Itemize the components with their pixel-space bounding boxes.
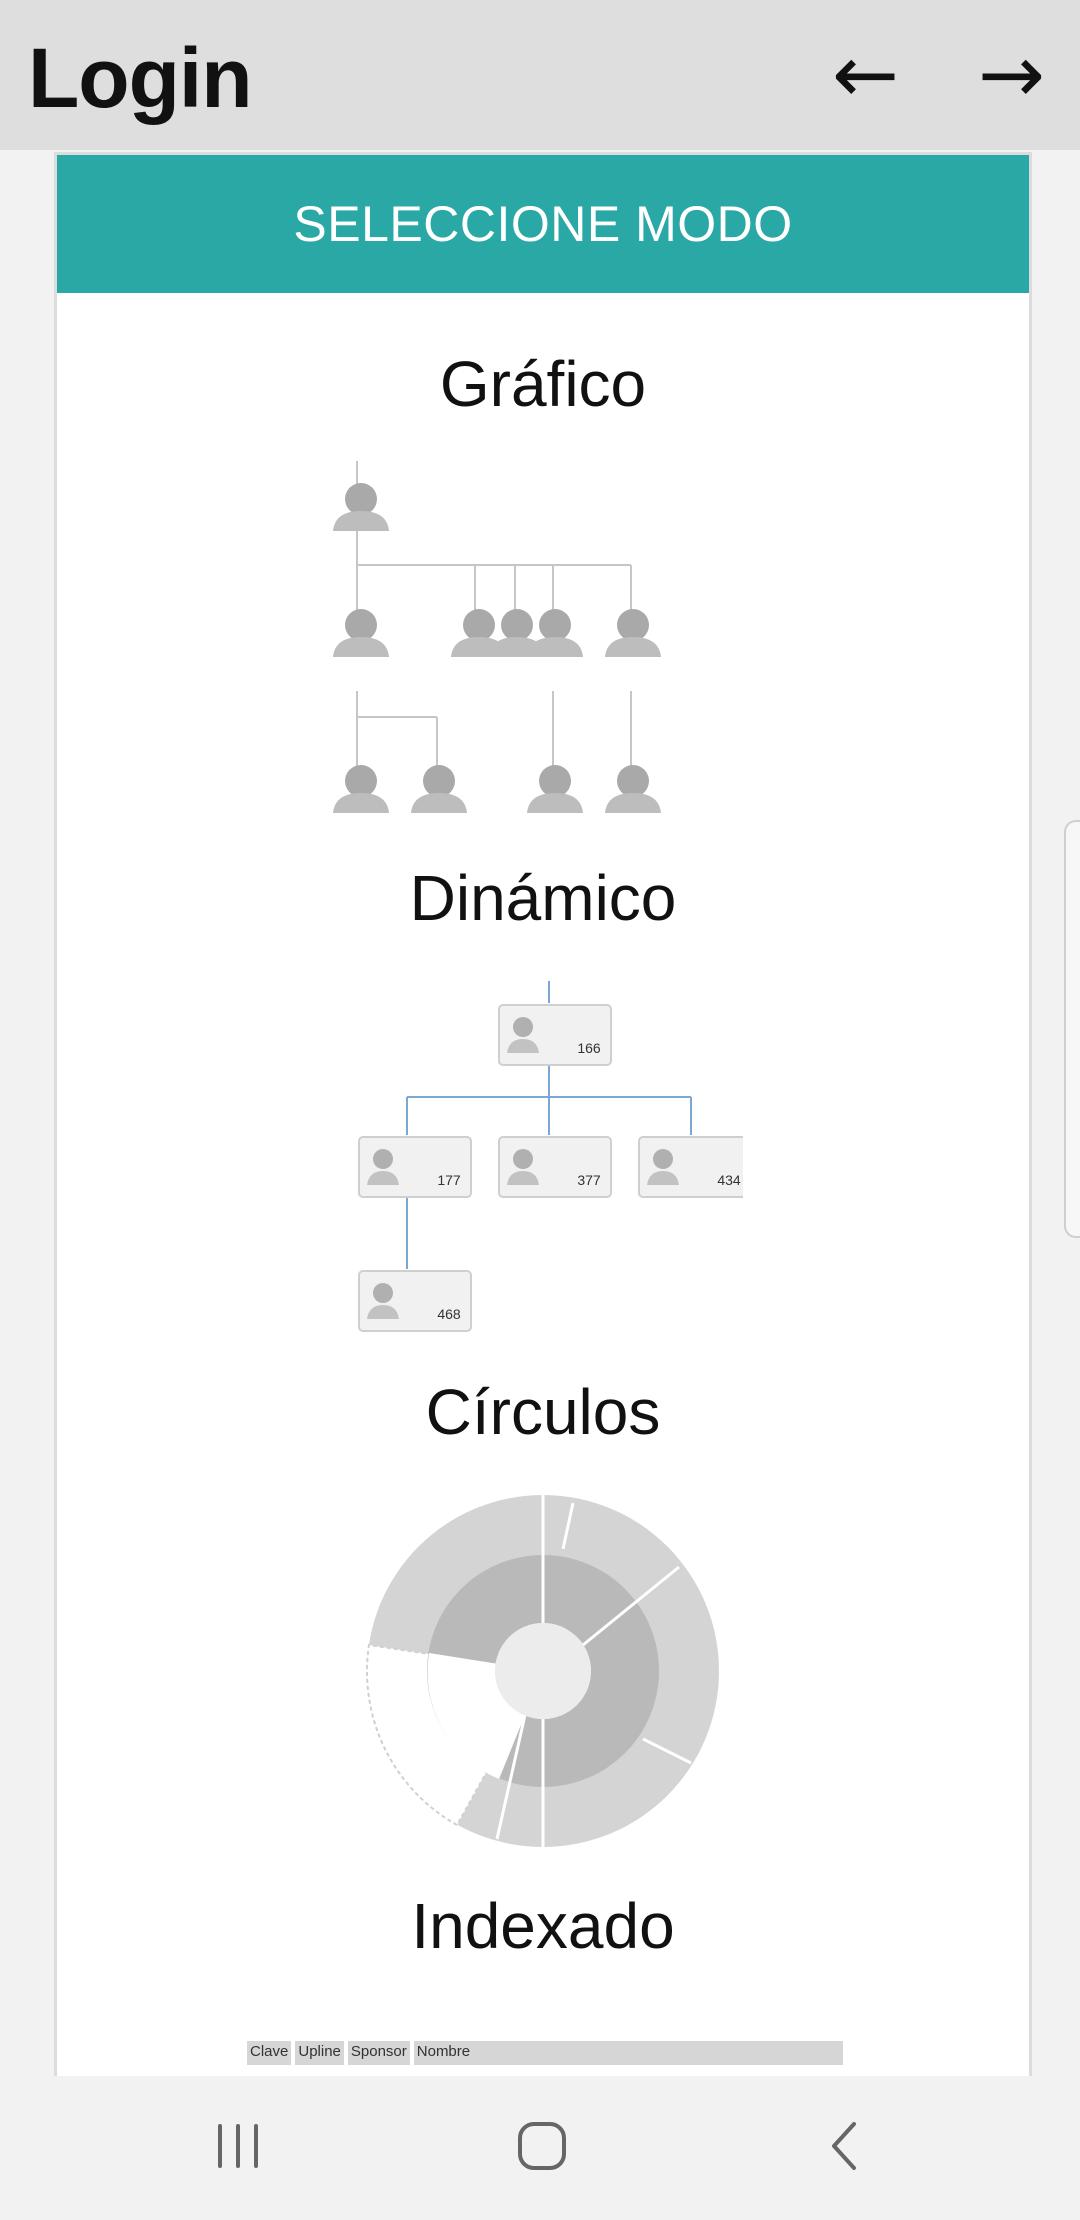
- person-icon: [527, 609, 583, 657]
- tree-graph-illustration: [333, 461, 661, 813]
- mode-title-indexado[interactable]: Indexado: [57, 1889, 1029, 1963]
- person-icon: [605, 765, 661, 813]
- person-icon: [411, 765, 467, 813]
- table-header-cell: Upline: [295, 2041, 344, 2065]
- mode-title-grafico[interactable]: Gráfico: [57, 347, 1029, 421]
- table-header-cell: Nombre: [413, 2041, 843, 2065]
- sunburst-illustration: [366, 1495, 719, 1847]
- person-icon: [605, 609, 661, 657]
- back-icon[interactable]: [824, 2118, 864, 2179]
- person-icon: [333, 483, 389, 531]
- page-title: Login: [28, 31, 253, 125]
- recent-apps-icon[interactable]: [214, 2118, 262, 2179]
- dynamic-tree-illustration: 166 177 377 434 468: [358, 981, 743, 1332]
- system-nav-bar: [0, 2076, 1080, 2220]
- node-value: 377: [577, 1172, 601, 1188]
- node-value: 434: [717, 1172, 741, 1188]
- table-header-cell: Sponsor: [347, 2041, 410, 2065]
- table-header-cell: Clave: [247, 2041, 292, 2065]
- mode-preview-grafico[interactable]: [57, 461, 1029, 841]
- node-value: 177: [437, 1172, 461, 1188]
- home-icon[interactable]: [516, 2118, 568, 2179]
- person-icon: [333, 609, 389, 657]
- top-bar: Login ← →: [0, 0, 1080, 150]
- mode-selection-card: SELECCIONE MODO Gráfico Dinámico 166 177…: [54, 152, 1032, 2079]
- back-arrow-icon[interactable]: ←: [832, 30, 899, 120]
- mode-title-circulos[interactable]: Círculos: [57, 1375, 1029, 1449]
- mode-preview-dinamico[interactable]: 166 177 377 434 468: [57, 981, 1029, 1361]
- node-434: 434: [638, 1136, 743, 1198]
- node-value: 166: [577, 1040, 601, 1056]
- node-value: 468: [437, 1306, 461, 1322]
- mode-title-dinamico[interactable]: Dinámico: [57, 861, 1029, 935]
- node-468: 468: [358, 1270, 472, 1332]
- node-377: 377: [498, 1136, 612, 1198]
- scroll-handle[interactable]: [1064, 820, 1080, 1238]
- node-177: 177: [358, 1136, 472, 1198]
- person-icon: [527, 765, 583, 813]
- mode-preview-circulos[interactable]: [57, 1491, 1029, 1851]
- card-header: SELECCIONE MODO: [57, 155, 1029, 293]
- index-table-header: Clave Upline Sponsor Nombre: [247, 2041, 843, 2065]
- node-166: 166: [498, 1004, 612, 1066]
- forward-arrow-icon[interactable]: →: [978, 30, 1045, 120]
- person-icon: [333, 765, 389, 813]
- mode-preview-indexado[interactable]: Clave Upline Sponsor Nombre: [247, 2041, 843, 2065]
